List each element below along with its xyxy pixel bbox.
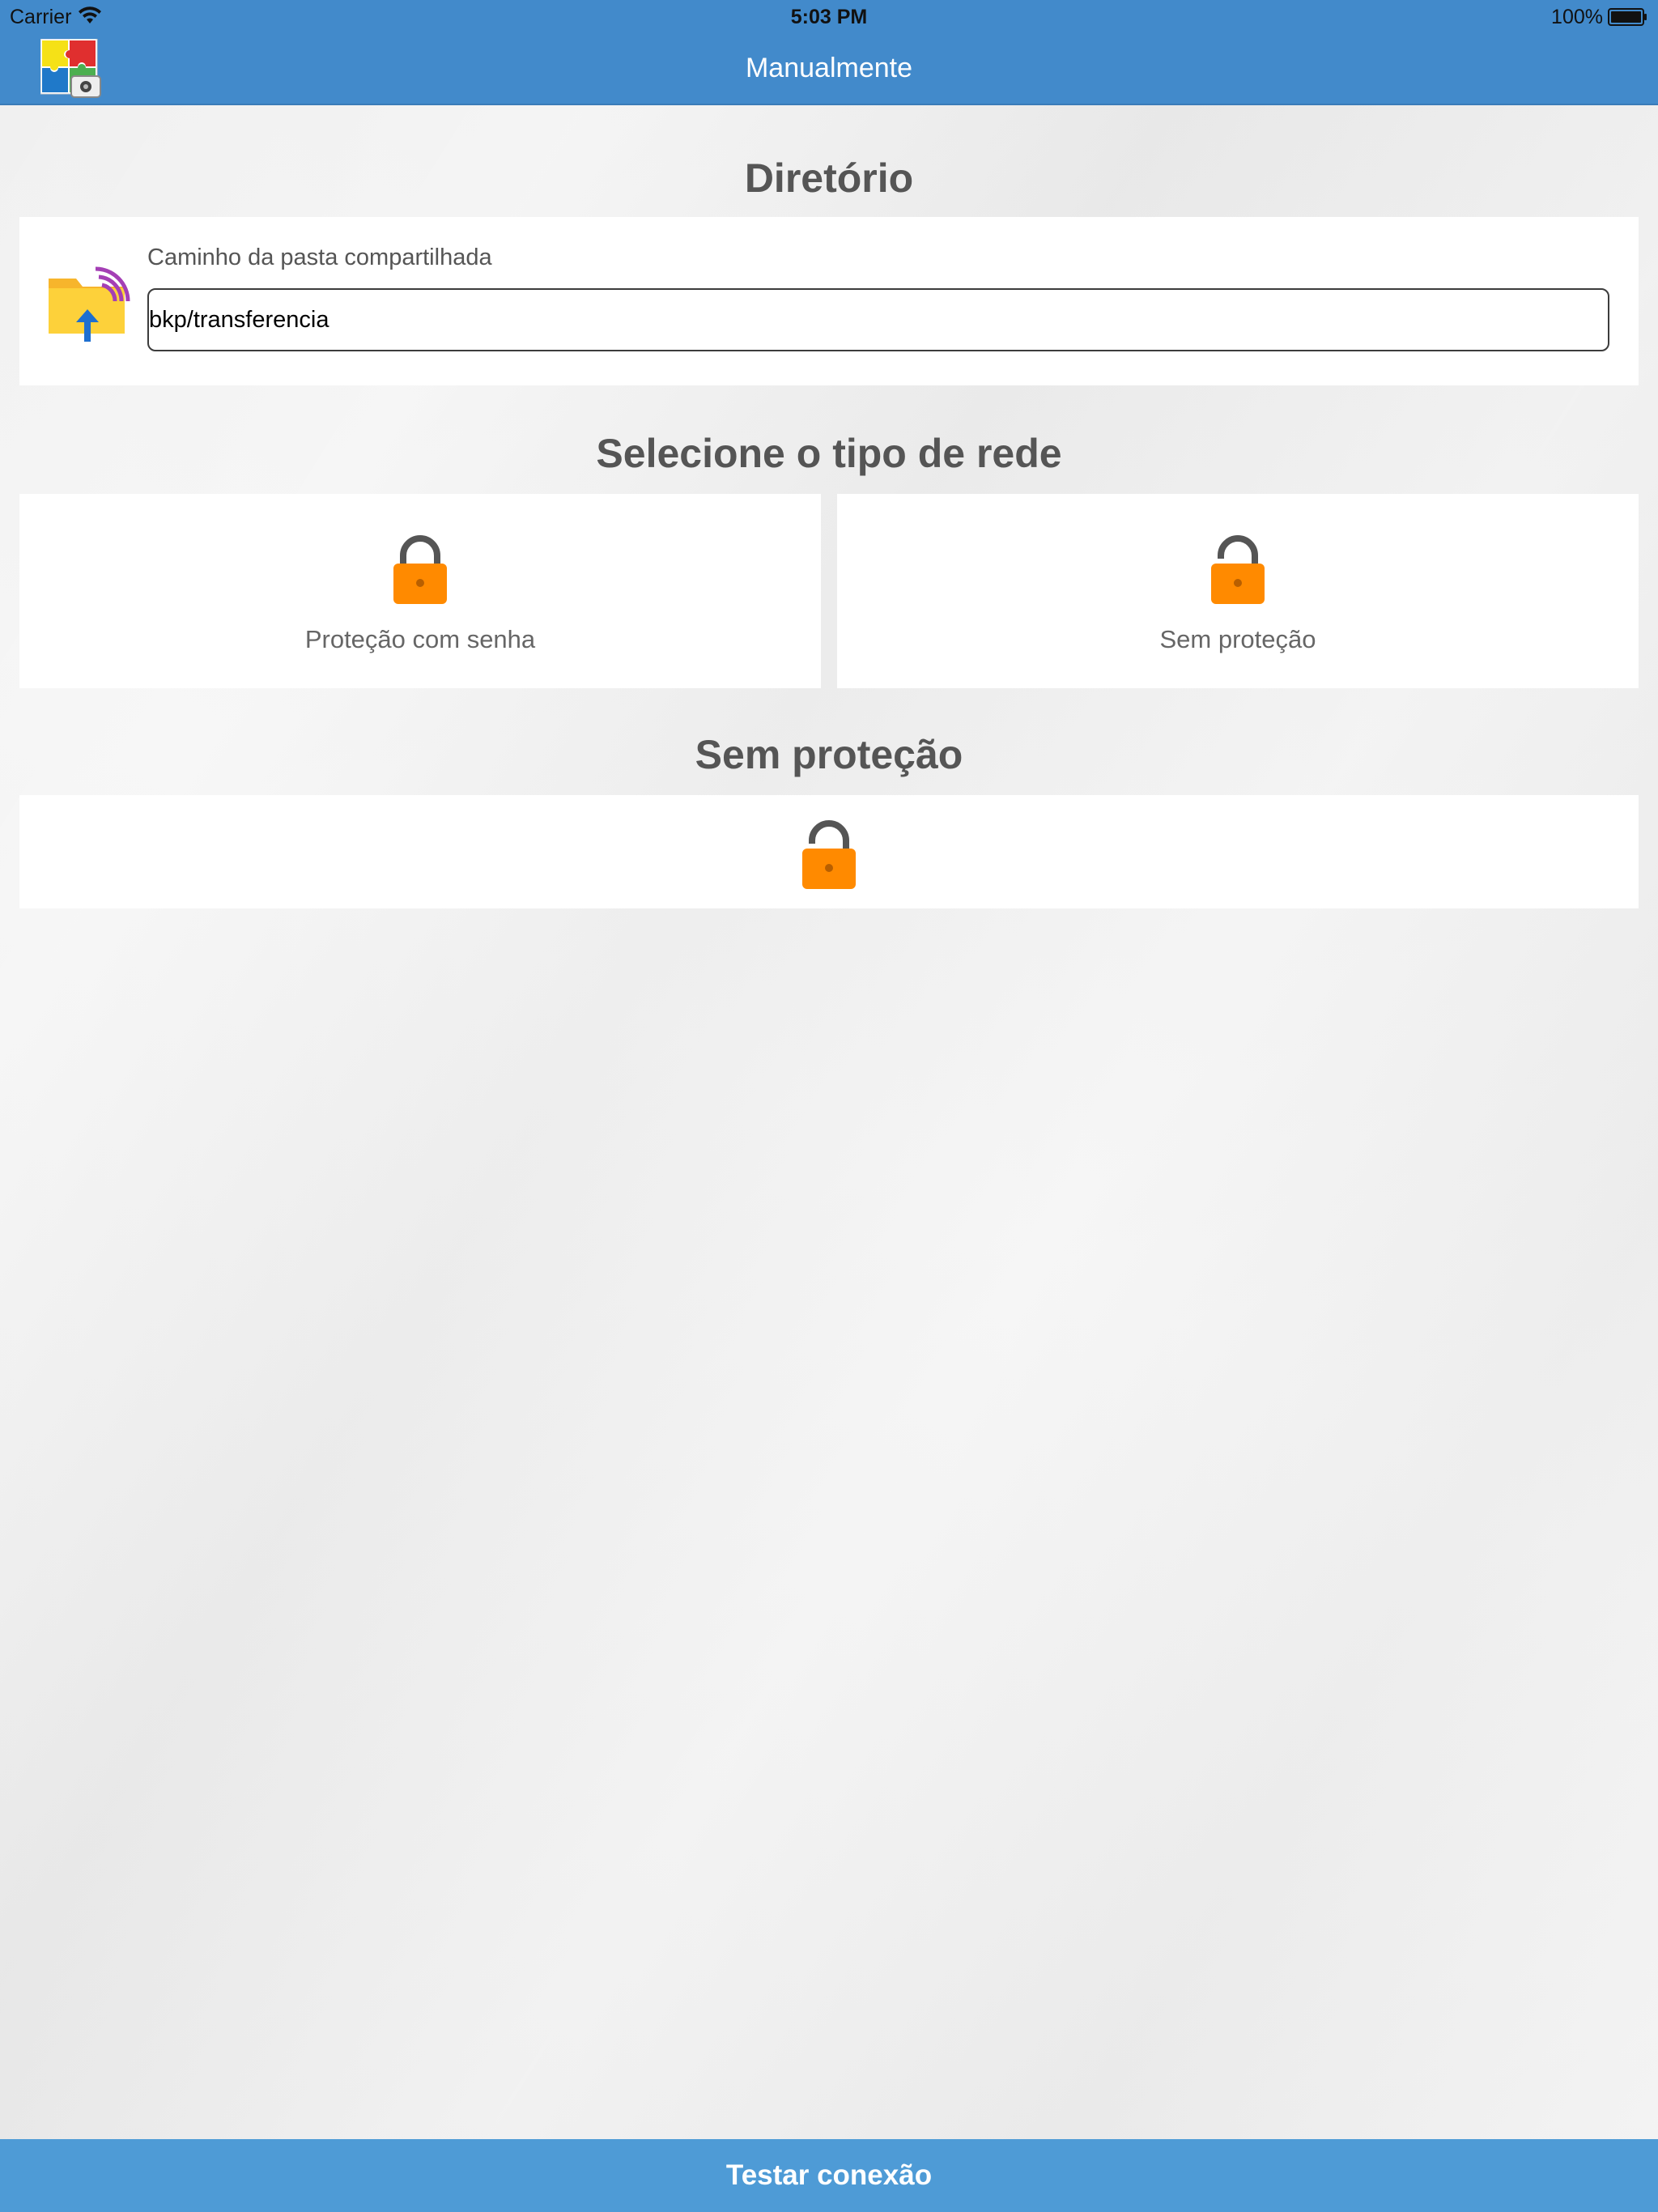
- shared-folder-icon: [49, 266, 130, 342]
- lock-open-icon: [1211, 535, 1265, 604]
- page-title: Manualmente: [745, 53, 912, 83]
- selected-type-heading: Sem proteção: [695, 732, 963, 777]
- battery-icon: [1608, 8, 1647, 26]
- clock-label: 5:03 PM: [790, 6, 868, 28]
- test-connection-button[interactable]: Testar conexão: [0, 2139, 1658, 2212]
- no-protection-label: Sem proteção: [1159, 625, 1316, 653]
- directory-heading: Diretório: [744, 155, 914, 201]
- password-protection-label: Proteção com senha: [304, 625, 536, 653]
- selected-type-card: [19, 795, 1639, 908]
- password-protection-option[interactable]: Proteção com senha: [19, 494, 821, 688]
- battery-percentage: 100%: [1551, 6, 1603, 28]
- textured-background: [0, 104, 1658, 2139]
- lock-open-icon: [802, 820, 856, 889]
- lock-closed-icon: [393, 535, 447, 604]
- no-protection-option[interactable]: Sem proteção: [837, 494, 1639, 688]
- network-type-heading: Selecione o tipo de rede: [596, 431, 1062, 476]
- nav-divider: [0, 104, 1658, 105]
- shared-folder-path-label: Caminho da pasta compartilhada: [147, 245, 492, 270]
- shared-folder-path-input[interactable]: [147, 288, 1609, 351]
